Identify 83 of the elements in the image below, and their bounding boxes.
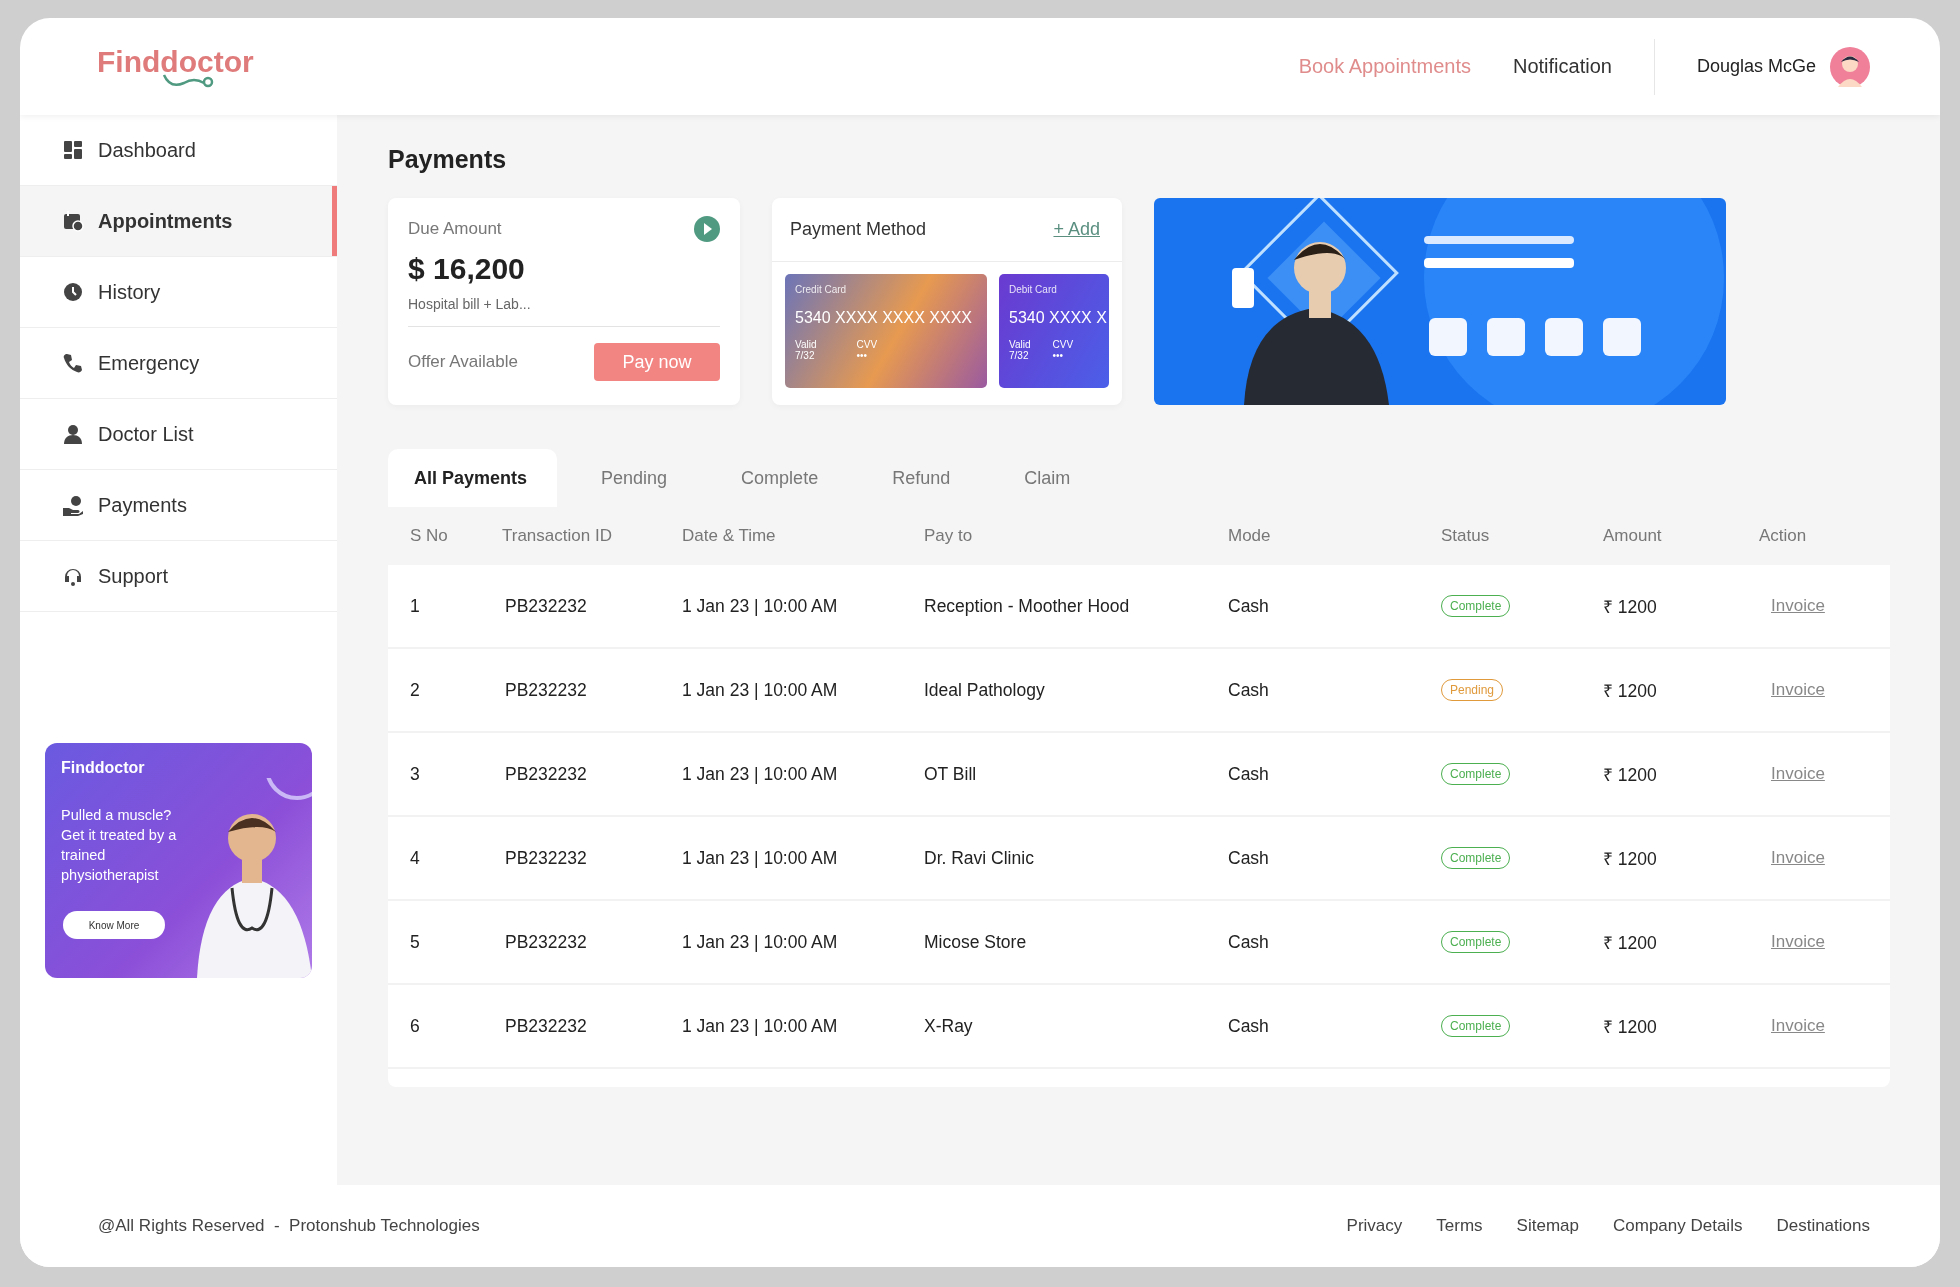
invoice-link[interactable]: Invoice xyxy=(1771,596,1825,616)
table-cell-text: Cash xyxy=(1228,847,1270,869)
due-amount: $ 16,200 xyxy=(408,252,526,286)
table-cell-text: PB232232 xyxy=(504,847,588,869)
column-header: Status xyxy=(1441,526,1491,546)
filter-tab[interactable]: Complete xyxy=(715,449,849,507)
column-header: Mode xyxy=(1228,526,1272,546)
footer-link[interactable]: Sitemap xyxy=(1516,1216,1579,1236)
table-cell-text: ₹ 1200 xyxy=(1603,764,1658,786)
table-cell-text: 5 xyxy=(409,931,421,953)
menu-item-icon xyxy=(62,139,84,161)
table-cell-text: 1 Jan 23 | 10:00 AM xyxy=(682,1015,839,1037)
table-cell-text: ₹ 1200 xyxy=(1603,848,1658,870)
invoice-link[interactable]: Invoice xyxy=(1771,932,1825,952)
card-title: Due Amount xyxy=(408,219,502,239)
nav-link[interactable]: Notification xyxy=(1513,55,1612,78)
menu-item-icon xyxy=(62,494,84,516)
invoice-link[interactable]: Invoice xyxy=(1771,1016,1825,1036)
table-cell-text: 1 Jan 23 | 10:00 AM xyxy=(682,595,839,617)
table-cell-text: 1 Jan 23 | 10:00 AM xyxy=(682,931,839,953)
table-cell-text: 6 xyxy=(409,1015,421,1037)
menu-item-icon xyxy=(62,210,84,232)
know-more-button[interactable]: Know More xyxy=(63,911,165,939)
table-cell-text: ₹ 1200 xyxy=(1603,680,1658,702)
filter-tab[interactable]: Pending xyxy=(575,449,698,507)
footer-link[interactable]: Destinations xyxy=(1776,1216,1870,1236)
table-cell-text: ₹ 1200 xyxy=(1603,596,1658,618)
menu-item-icon xyxy=(62,352,84,374)
table-cell-text: PB232232 xyxy=(504,1015,588,1037)
table-cell-text: Reception - Moother Hood xyxy=(924,595,1131,617)
column-header: Date & Time xyxy=(682,526,777,546)
table-cell-text: Cash xyxy=(1228,679,1270,701)
page-title: Payments xyxy=(388,145,508,174)
table-cell-text: Cash xyxy=(1228,931,1270,953)
card-title: Payment Method xyxy=(790,219,927,240)
table-cell-text: Cash xyxy=(1228,1015,1270,1037)
promo-logo: Finddoctor xyxy=(61,759,145,777)
table-cell-text: 1 Jan 23 | 10:00 AM xyxy=(682,763,839,785)
table-cell-text: 1 xyxy=(409,595,421,617)
sidebar-item[interactable]: Appointments xyxy=(20,186,337,257)
table-cell-text: Cash xyxy=(1228,595,1270,617)
footer-link[interactable]: Privacy xyxy=(1346,1216,1403,1236)
promo-text: Pulled a muscle? Get it treated by a trained physiotherapist xyxy=(61,806,178,885)
menu-item-icon xyxy=(62,281,84,303)
table-cell-text: Ideal Pathology xyxy=(924,679,1046,701)
table-cell-text: Cash xyxy=(1228,763,1270,785)
copyright-text: @All Rights Reserved - Protonshub Technologies xyxy=(98,1216,480,1236)
footer-link[interactable]: Terms xyxy=(1436,1216,1483,1236)
due-note: Hospital bill + Lab... xyxy=(408,296,720,327)
table-cell-text: 1 Jan 23 | 10:00 AM xyxy=(682,847,839,869)
avatar-icon[interactable] xyxy=(1830,46,1870,87)
column-header: Action xyxy=(1759,526,1808,546)
table-cell-text: PB232232 xyxy=(504,595,588,617)
column-header: Amount xyxy=(1603,526,1663,546)
invoice-link[interactable]: Invoice xyxy=(1771,680,1825,700)
offer-label: Offer Available xyxy=(408,352,518,372)
filter-tab[interactable]: Claim xyxy=(998,449,1101,507)
table-cell-text: 3 xyxy=(409,763,421,785)
filter-tab[interactable]: All Payments xyxy=(388,449,558,507)
menu-item-icon xyxy=(62,423,84,445)
invoice-link[interactable]: Invoice xyxy=(1771,764,1825,784)
table-cell-text: ₹ 1200 xyxy=(1603,1016,1658,1038)
column-header: Transaction ID xyxy=(502,526,613,546)
table-cell-text: X-Ray xyxy=(924,1015,974,1037)
filter-tab[interactable]: Refund xyxy=(866,449,981,507)
table-cell-text: ₹ 1200 xyxy=(1603,932,1658,954)
invoice-link[interactable]: Invoice xyxy=(1771,848,1825,868)
play-icon[interactable] xyxy=(694,216,720,242)
add-link[interactable]: + Add xyxy=(1053,219,1100,240)
table-cell-text: 4 xyxy=(409,847,421,869)
table-cell-text: 1 Jan 23 | 10:00 AM xyxy=(682,679,839,701)
table-cell-text: PB232232 xyxy=(504,763,588,785)
footer-link[interactable]: Company Details xyxy=(1613,1216,1743,1236)
table-cell-text: PB232232 xyxy=(504,679,588,701)
table-cell-text: OT Bill xyxy=(924,763,978,785)
table-cell-text: Micose Store xyxy=(924,931,1028,953)
bank-card[interactable]: Debit Card 5340 XXXX X Valid 7/32 CVV ••• xyxy=(999,274,1109,388)
column-header: S No xyxy=(409,526,449,546)
table-cell-text: Dr. Ravi Clinic xyxy=(924,847,1035,869)
table-cell-text: 2 xyxy=(409,679,421,701)
column-header: Pay to xyxy=(924,526,974,546)
table-cell-text: PB232232 xyxy=(504,931,588,953)
user-name[interactable]: Douglas McGe xyxy=(1696,56,1816,77)
